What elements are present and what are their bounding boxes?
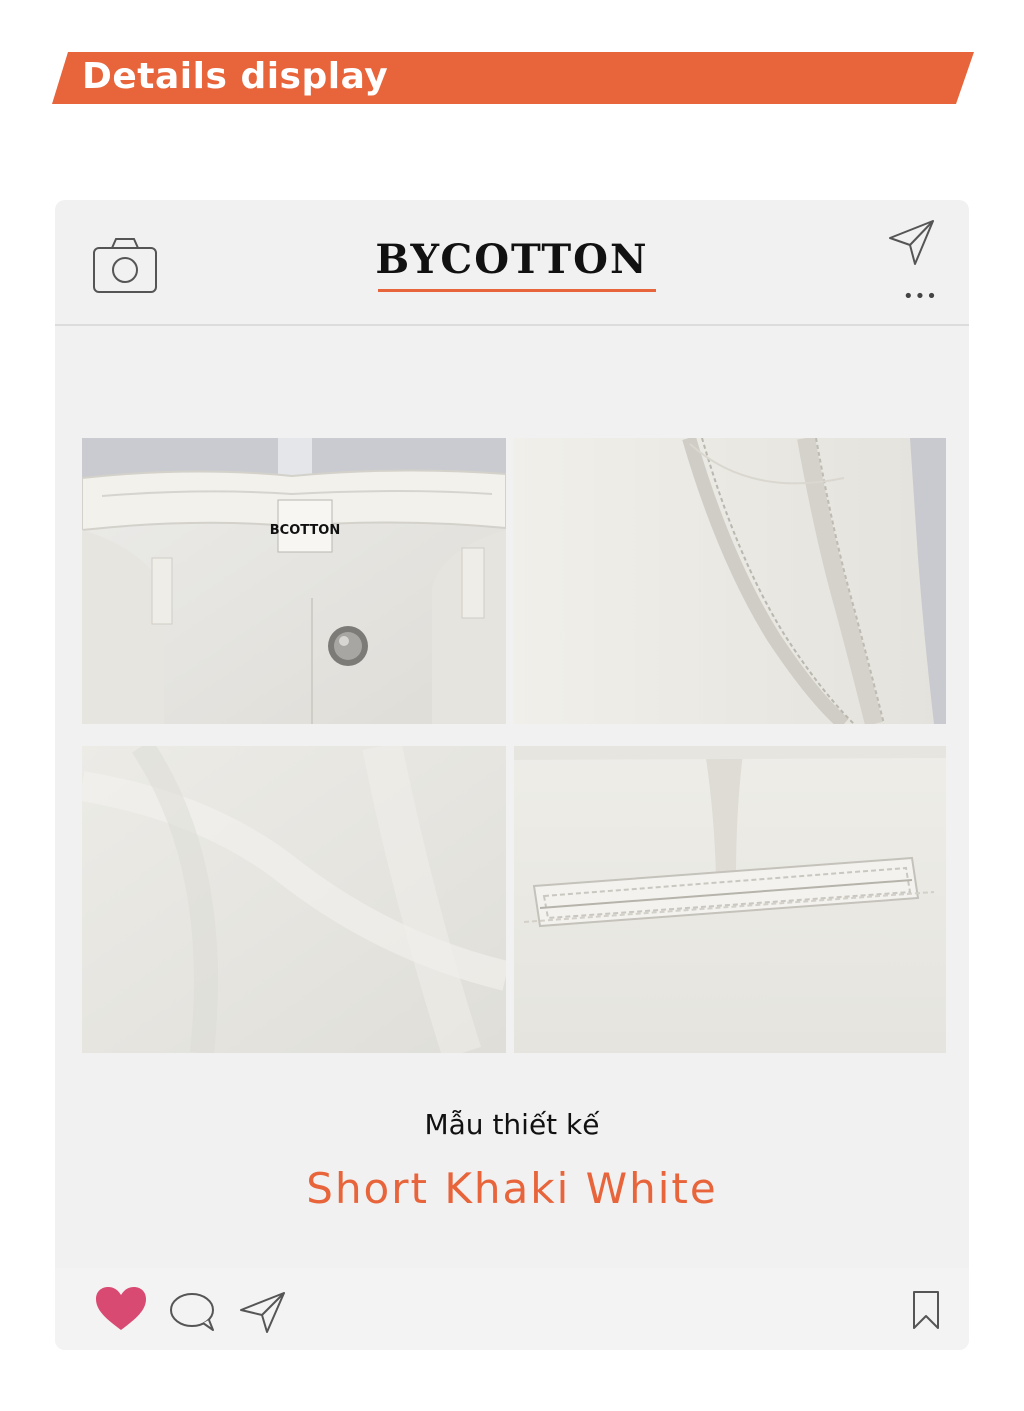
photo-fabric-texture[interactable] — [82, 746, 506, 1053]
brand-underline — [378, 289, 656, 292]
brand-name: BYCOTTON — [375, 236, 649, 283]
comment-icon[interactable] — [169, 1292, 217, 1336]
photo-back-pocket[interactable] — [514, 746, 946, 1053]
send-icon[interactable] — [887, 218, 937, 272]
post-card: BYCOTTON ••• BCOTTON Mẫu thiết kế Short … — [55, 200, 969, 1350]
product-name: Short Khaki White — [306, 1164, 718, 1213]
more-icon[interactable]: ••• — [903, 286, 938, 307]
share-icon[interactable] — [239, 1290, 287, 1338]
section-banner: Details display — [52, 52, 974, 104]
heart-icon[interactable] — [95, 1286, 147, 1336]
post-actions — [55, 1268, 969, 1350]
photo-label-text: BCOTTON — [270, 523, 340, 538]
post-header: BYCOTTON ••• — [55, 200, 969, 326]
bookmark-icon[interactable] — [911, 1290, 941, 1334]
banner-title: Details display — [82, 56, 389, 97]
photo-side-pocket[interactable] — [514, 438, 946, 724]
photo-waistband-button[interactable]: BCOTTON — [82, 438, 506, 724]
design-subtitle: Mẫu thiết kế — [424, 1108, 600, 1141]
